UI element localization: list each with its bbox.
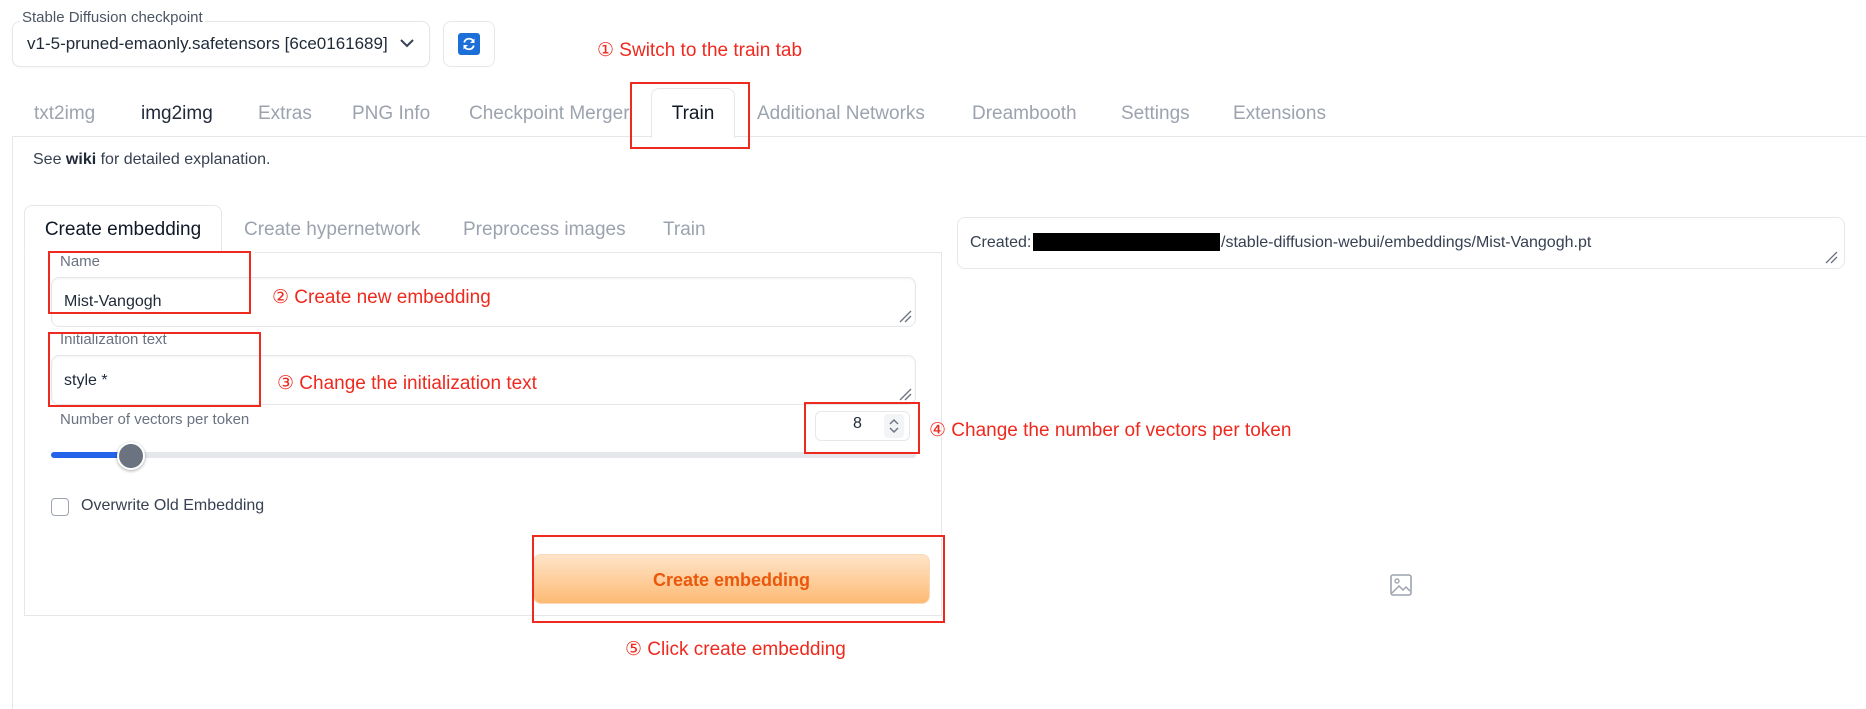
refresh-icon — [458, 33, 480, 55]
tab-checkpoint-merger[interactable]: Checkpoint Merger — [469, 103, 630, 125]
vectors-slider[interactable] — [51, 452, 916, 458]
tab-extras[interactable]: Extras — [258, 103, 312, 125]
annotation-step-4: ④ Change the number of vectors per token — [929, 420, 1292, 441]
wiki-hint: See wiki for detailed explanation. — [33, 151, 271, 168]
tab-settings[interactable]: Settings — [1121, 103, 1190, 125]
tab-img2img[interactable]: img2img — [141, 103, 213, 125]
checkpoint-value: v1-5-pruned-emaonly.safetensors [6ce0161… — [27, 34, 388, 53]
overwrite-label: Overwrite Old Embedding — [81, 497, 265, 514]
annotation-step-3: ③ Change the initialization text — [277, 373, 537, 394]
vectors-slider-thumb[interactable] — [116, 442, 145, 470]
annotation-box-create-button — [532, 535, 945, 623]
panel-border — [12, 136, 13, 709]
annotation-step-1: ① Switch to the train tab — [597, 40, 803, 61]
annotation-box-init-text — [48, 332, 261, 407]
image-placeholder-icon — [1390, 574, 1412, 596]
annotation-box-train-tab — [630, 82, 750, 149]
resize-handle-icon[interactable] — [898, 387, 912, 401]
tab-dreambooth[interactable]: Dreambooth — [972, 103, 1077, 125]
tab-txt2img[interactable]: txt2img — [34, 103, 95, 125]
annotation-box-name — [48, 251, 251, 314]
annotation-box-vectors — [804, 402, 920, 454]
subtab-create-embedding[interactable]: Create embedding — [24, 205, 222, 253]
sub-tabs-divider — [255, 252, 942, 253]
resize-handle-icon[interactable] — [898, 309, 912, 323]
refresh-checkpoint-button[interactable] — [443, 21, 495, 67]
chevron-down-icon[interactable] — [397, 33, 417, 53]
checkpoint-label: Stable Diffusion checkpoint — [20, 9, 205, 26]
redacted-path — [1033, 233, 1220, 251]
vectors-label: Number of vectors per token — [60, 411, 250, 428]
subtab-train[interactable]: Train — [663, 219, 706, 241]
tab-extensions[interactable]: Extensions — [1233, 103, 1326, 125]
subtab-preprocess-images[interactable]: Preprocess images — [463, 219, 626, 241]
overwrite-checkbox[interactable] — [51, 498, 69, 516]
main-tabs-divider — [12, 136, 1866, 137]
tab-png-info[interactable]: PNG Info — [352, 103, 430, 125]
subtab-create-hypernetwork[interactable]: Create hypernetwork — [244, 219, 420, 241]
annotation-step-5: ⑤ Click create embedding — [625, 639, 846, 660]
tab-additional-networks[interactable]: Additional Networks — [757, 103, 925, 125]
result-path: /stable-diffusion-webui/embeddings/Mist-… — [1221, 234, 1592, 251]
resize-handle-icon[interactable] — [1824, 250, 1838, 264]
wiki-link[interactable]: wiki — [66, 151, 96, 168]
result-prefix: Created: — [970, 234, 1032, 251]
annotation-step-2: ② Create new embedding — [272, 287, 491, 308]
